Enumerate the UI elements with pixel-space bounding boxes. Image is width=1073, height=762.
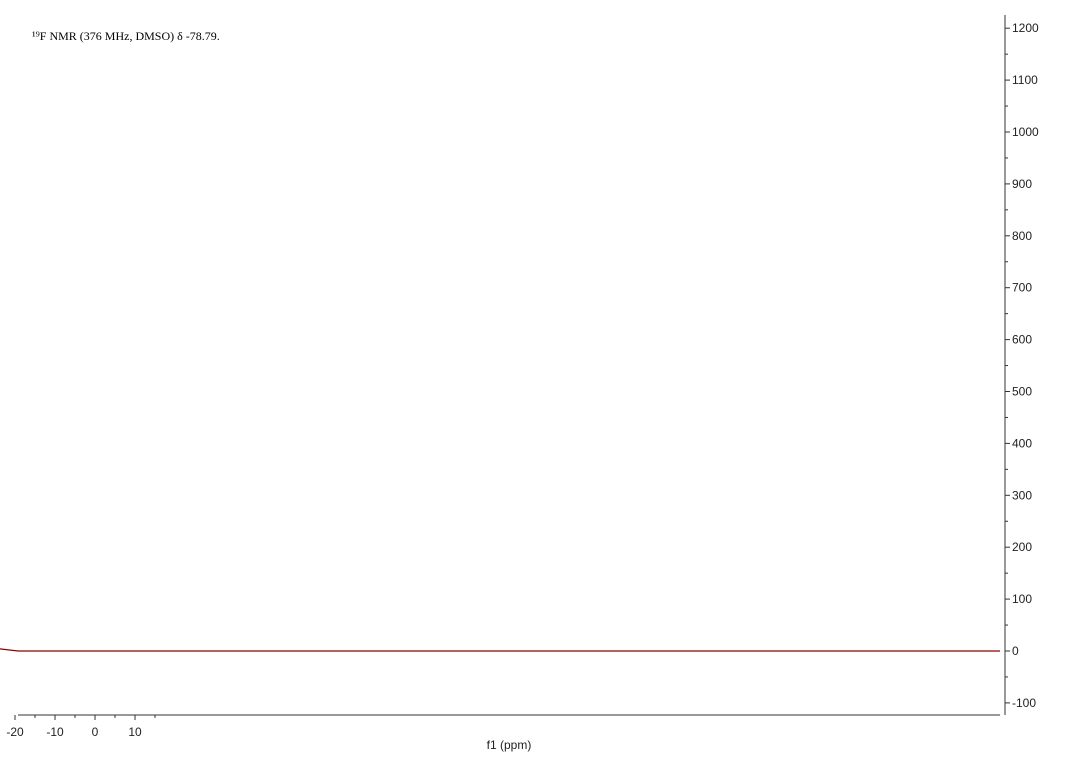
y-tick-label: 800 — [1012, 229, 1032, 243]
series-layer — [0, 648, 1000, 652]
spectrum-title: ¹⁹F NMR (376 MHz, DMSO) δ -78.79. — [32, 29, 220, 43]
y-tick-label: 700 — [1012, 281, 1032, 295]
x-tick-label: -20 — [6, 725, 24, 739]
x-tick-label: -10 — [46, 725, 64, 739]
y-tick-label: 900 — [1012, 177, 1032, 191]
y-tick-label: 1000 — [1012, 125, 1039, 139]
x-tick-label: 10 — [128, 725, 142, 739]
y-tick-label: 100 — [1012, 592, 1032, 606]
y-tick-label: 600 — [1012, 333, 1032, 347]
x-axis-title: f1 (ppm) — [487, 738, 532, 752]
y-tick-label: -100 — [1012, 696, 1036, 710]
y-tick-label: 400 — [1012, 436, 1032, 450]
y-tick-label: 1200 — [1012, 21, 1039, 35]
y-tick-label: 0 — [1012, 644, 1019, 658]
nmr-spectrum-chart: ¹⁹F NMR (376 MHz, DMSO) δ -78.79. 100-10… — [0, 15, 1039, 752]
y-tick-label: 500 — [1012, 385, 1032, 399]
y-tick-label: 300 — [1012, 488, 1032, 502]
y-tick-label: 1100 — [1012, 73, 1038, 87]
spectrum-line — [0, 648, 1000, 652]
x-axis: 100-10-20-30-40-50-60-70-80-90-100-110-1… — [6, 714, 1000, 739]
x-tick-label: 0 — [92, 725, 99, 739]
y-tick-label: 200 — [1012, 540, 1032, 554]
y-axis: 1200110010009008007006005004003002001000… — [1004, 15, 1039, 715]
